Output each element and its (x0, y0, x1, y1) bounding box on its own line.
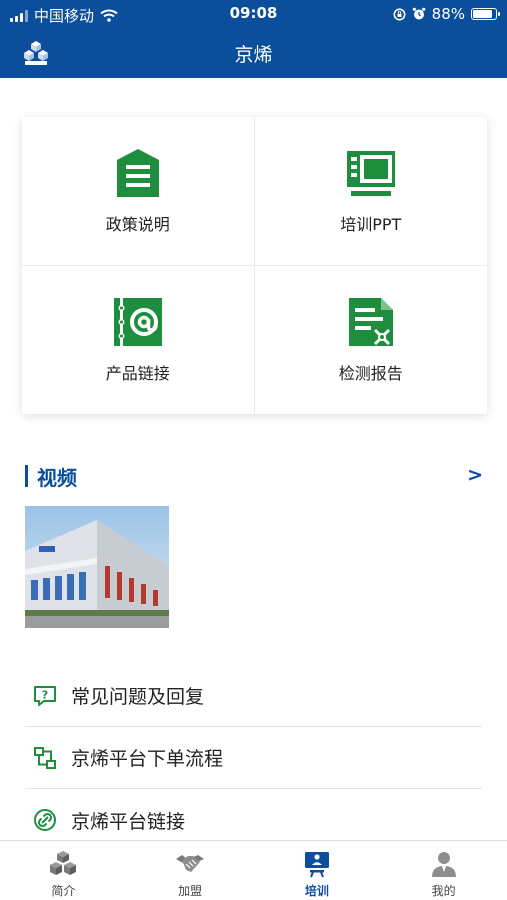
section-accent-bar (25, 465, 28, 487)
carrier-name: 中国移动 (34, 7, 95, 25)
video-section-header: 视频 > (25, 462, 485, 490)
report-document-icon (348, 297, 393, 346)
cubes-icon (50, 851, 77, 875)
factory-building-image (25, 506, 169, 628)
tab-join-label: 加盟 (178, 884, 203, 898)
tab-mine[interactable]: 我的 (380, 841, 507, 900)
video-more-button[interactable]: > (467, 464, 483, 486)
presentation-icon (346, 150, 395, 196)
tile-test-reports[interactable]: 检测报告 (255, 266, 488, 415)
wifi-icon (100, 9, 118, 22)
battery-level-fill (473, 10, 493, 18)
tab-join[interactable]: 加盟 (127, 841, 254, 900)
nav-bar: 京烯 (0, 28, 507, 78)
tile-policy[interactable]: 政策说明 (22, 117, 255, 266)
tab-intro-label: 简介 (51, 884, 76, 898)
status-right: 88% (393, 5, 500, 23)
status-bar: 中国移动 09:08 88% (0, 0, 507, 28)
tile-training-ppt-label: 培训PPT (340, 214, 402, 234)
brand-logo-icon[interactable] (22, 39, 50, 67)
platform-link-label: 京烯平台链接 (71, 810, 186, 833)
video-thumbnail[interactable] (25, 506, 169, 628)
video-section-title: 视频 (37, 466, 77, 490)
tile-product-links[interactable]: 产品链接 (22, 265, 255, 414)
flowchart-icon (34, 746, 56, 769)
user-icon (431, 852, 456, 877)
battery-percent: 88% (431, 5, 465, 23)
screen-lock-icon (393, 8, 406, 20)
tab-training[interactable]: 培训 (254, 841, 381, 900)
list-item-faq[interactable]: ? 常见问题及回复 (25, 665, 482, 727)
address-book-icon (113, 297, 162, 346)
tab-intro[interactable]: 简介 (0, 841, 127, 900)
svg-text:?: ? (42, 688, 48, 701)
link-icon (34, 809, 56, 831)
list-item-order-process[interactable]: 京烯平台下单流程 (25, 727, 482, 789)
page-title: 京烯 (234, 44, 273, 66)
tile-training-ppt[interactable]: 培训PPT (254, 117, 487, 266)
alarm-icon (412, 7, 425, 20)
tab-training-label: 培训 (304, 884, 329, 898)
tile-product-links-label: 产品链接 (105, 363, 170, 383)
signal-icon (10, 9, 28, 22)
policy-document-icon (116, 148, 159, 197)
faq-label: 常见问题及回复 (71, 686, 205, 708)
battery-icon (471, 8, 500, 20)
training-board-icon (304, 852, 329, 878)
handshake-icon (176, 855, 205, 872)
tile-test-reports-label: 检测报告 (338, 363, 403, 383)
menu-grid: 政策说明 培训PPT 产品链接 检测报告 (22, 117, 487, 414)
tab-mine-label: 我的 (431, 884, 456, 898)
order-process-label: 京烯平台下单流程 (71, 748, 224, 770)
faq-icon: ? (34, 685, 56, 706)
bottom-tab-bar: 简介 加盟 培训 我的 (0, 840, 507, 900)
link-list: ? 常见问题及回复 京烯平台下单流程 京烯平台链接 (25, 665, 482, 851)
tile-policy-label: 政策说明 (105, 214, 170, 234)
status-left: 中国移动 (10, 5, 118, 26)
